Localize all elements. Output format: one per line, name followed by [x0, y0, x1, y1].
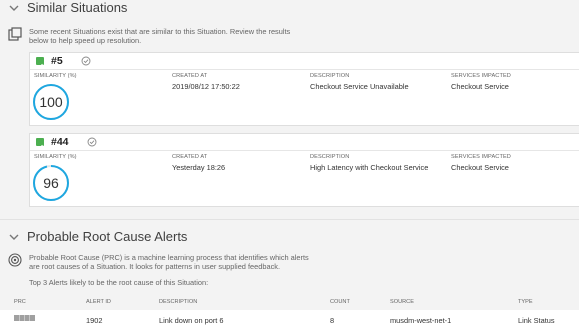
description-label: DESCRIPTION: [310, 73, 350, 79]
similarity-value: 96: [43, 175, 59, 191]
similarity-value: 100: [39, 94, 63, 110]
copy-icon: [8, 27, 22, 41]
count-cell: 8: [330, 316, 335, 325]
created-value: 2019/08/12 17:50:22: [172, 82, 240, 91]
checkbox[interactable]: [36, 138, 44, 150]
description-label: DESCRIPTION: [310, 154, 350, 160]
created-label: CREATED AT: [172, 73, 208, 79]
column-header-alert-id[interactable]: ALERT ID: [86, 299, 111, 305]
check-icon: [37, 144, 43, 150]
column-header-prc[interactable]: PRC: [14, 299, 26, 305]
chevron-down-icon[interactable]: [9, 233, 19, 241]
radar-icon: [8, 253, 22, 267]
alert-id-cell: 1902: [86, 316, 103, 325]
chevron-down-icon[interactable]: [9, 4, 19, 12]
section-description: below to help speed up resolution.: [29, 36, 142, 45]
created-label: CREATED AT: [172, 154, 208, 160]
description-cell: Link down on port 6: [159, 316, 224, 325]
top-alerts-text: Top 3 Alerts likely to be the root cause…: [29, 278, 209, 287]
similarity-label: SIMILARITY (%): [34, 154, 77, 160]
services-label: SERVICES IMPACTED: [451, 154, 511, 160]
column-header-type[interactable]: TYPE: [518, 299, 533, 305]
column-header-source[interactable]: SOURCE: [390, 299, 414, 305]
description-value: High Latency with Checkout Service: [310, 163, 429, 172]
section-description: are root causes of a Situation. It looks…: [29, 262, 281, 271]
section-divider: [0, 219, 579, 220]
type-cell: Link Status: [518, 316, 555, 325]
card-header: #5: [30, 53, 579, 70]
card-header: #44: [30, 134, 579, 151]
created-value: Yesterday 18:26: [172, 163, 226, 172]
table-row[interactable]: 1902 Link down on port 6 8 musdm-west-ne…: [0, 310, 579, 330]
services-value: Checkout Service: [451, 82, 509, 91]
description-value: Checkout Service Unavailable: [310, 82, 409, 91]
column-header-count[interactable]: COUNT: [330, 299, 350, 305]
source-cell: musdm-west-net-1: [390, 316, 452, 325]
check-icon: [37, 63, 43, 69]
column-header-description[interactable]: DESCRIPTION: [159, 299, 197, 305]
situation-card[interactable]: #44 SIMILARITY (%) CREATED AT DESCRIPTIO…: [29, 133, 579, 207]
services-label: SERVICES IMPACTED: [451, 73, 511, 79]
situation-number[interactable]: #5: [51, 54, 63, 68]
situation-number[interactable]: #44: [51, 135, 69, 149]
similarity-label: SIMILARITY (%): [34, 73, 77, 79]
check-circle-icon[interactable]: [87, 137, 97, 147]
section-title: Similar Situations: [27, 0, 128, 15]
services-value: Checkout Service: [451, 163, 509, 172]
checkbox[interactable]: [36, 57, 44, 69]
situation-card[interactable]: #5 SIMILARITY (%) CREATED AT DESCRIPTION…: [29, 52, 579, 126]
section-title: Probable Root Cause Alerts: [27, 229, 188, 244]
check-circle-icon[interactable]: [81, 56, 91, 66]
similar-situations-header[interactable]: Similar Situations: [0, 0, 579, 18]
prc-header[interactable]: Probable Root Cause Alerts: [0, 229, 579, 247]
prc-score-bar: [14, 315, 35, 321]
